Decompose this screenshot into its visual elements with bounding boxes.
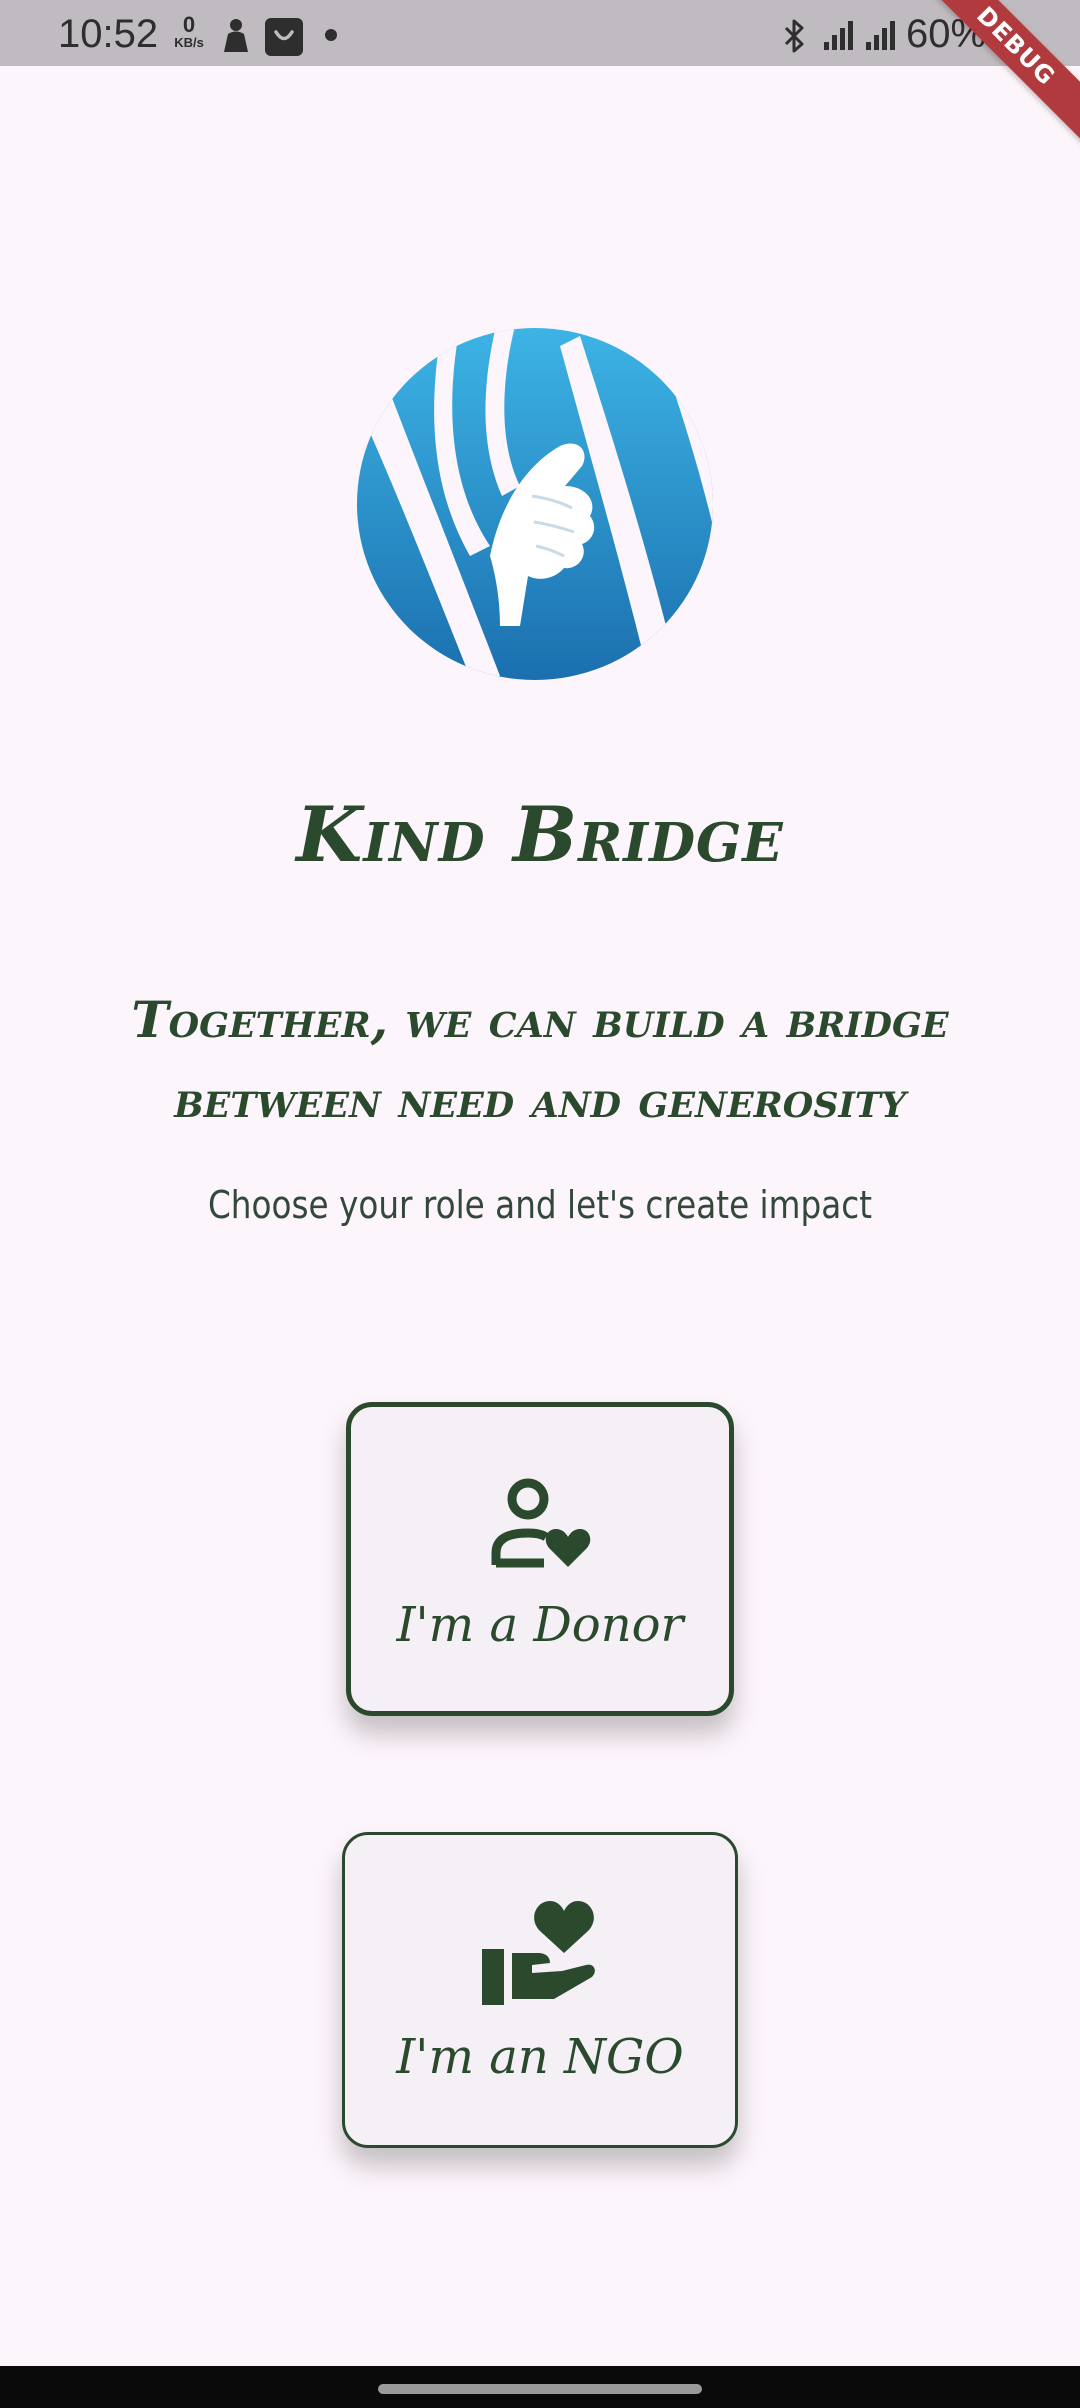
donor-role-button[interactable]: I'm a Donor [346, 1402, 734, 1716]
app-title: Kind Bridge [296, 790, 784, 879]
donor-person-heart-icon [491, 1478, 591, 1568]
hand-heart-icon [482, 1901, 595, 2005]
status-bar: 10:52 0 KB/s 60% [0, 0, 1080, 66]
tagline: Together, we can build a bridge between … [131, 990, 949, 1129]
kind-bridge-logo [357, 328, 713, 680]
network-speed-value: 0 [182, 12, 196, 37]
dot-icon [325, 29, 337, 41]
donor-role-label: I'm a Donor [396, 1597, 684, 1653]
signal-icon [824, 21, 853, 50]
role-prompt: Choose your role and let's create impact [207, 1183, 873, 1227]
home-gesture-handle[interactable] [378, 2384, 702, 2394]
ngo-role-label: I'm an NGO [396, 2029, 684, 2085]
shopping-bag-icon [265, 18, 303, 56]
bluetooth-icon [784, 19, 804, 53]
network-speed: 0 KB/s [168, 14, 210, 50]
ngo-role-button[interactable]: I'm an NGO [342, 1832, 738, 2148]
status-time: 10:52 [58, 12, 159, 56]
signal-icon [866, 21, 895, 50]
network-speed-unit: KB/s [174, 35, 204, 50]
person-icon [224, 19, 248, 52]
navigation-bar [0, 2366, 1080, 2408]
